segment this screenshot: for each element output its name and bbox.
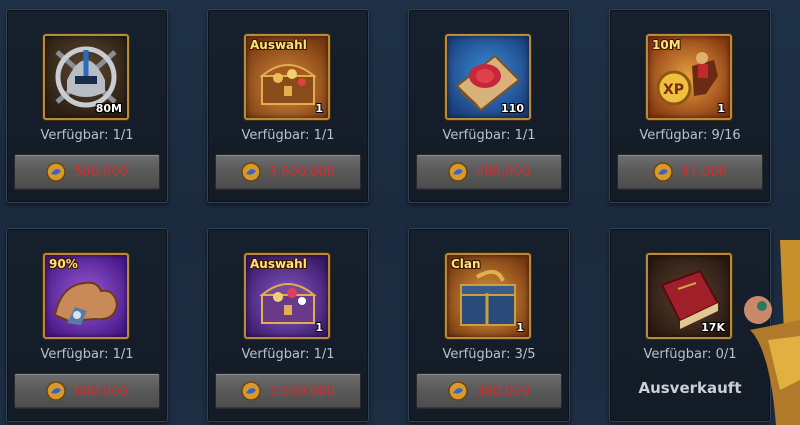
svg-text:XP: XP [663, 82, 684, 98]
buy-button[interactable]: 3,600,000 [215, 373, 361, 409]
price-label: 600,000 [74, 383, 128, 399]
shop-item-card[interactable]: XP 10M 1 Verfügbar: 9/16 41,000 [609, 9, 771, 203]
shop-item-card[interactable]: 90% Verfügbar: 1/1 600,000 [6, 228, 168, 422]
buy-button[interactable]: 480,000 [416, 154, 562, 190]
gold-coin-icon [241, 381, 261, 401]
red-book-icon[interactable]: 17K [646, 253, 732, 339]
availability-label: Verfügbar: 3/5 [442, 347, 536, 362]
gold-coin-icon [46, 162, 66, 182]
gold-coin-icon [653, 162, 673, 182]
gold-coin-icon [241, 162, 261, 182]
buy-button[interactable]: 41,000 [617, 154, 763, 190]
purple-chest-icon[interactable]: Auswahl 1 [244, 253, 330, 339]
buy-button[interactable]: 3,600,000 [215, 154, 361, 190]
helmet-emblem-icon[interactable]: 80M [43, 34, 129, 120]
item-quantity: 1 [315, 102, 323, 115]
item-quantity: 1 [717, 102, 725, 115]
price-label: 3,600,000 [268, 383, 336, 399]
gold-coin-icon [46, 381, 66, 401]
availability-label: Verfügbar: 1/1 [241, 347, 335, 362]
item-quantity: 17K [701, 321, 725, 334]
shop-grid: 80M Verfügbar: 1/1 500,000 Auswahl 1 Ver… [0, 0, 800, 425]
item-tag: Auswahl [250, 257, 307, 271]
item-tag: 90% [49, 257, 78, 271]
availability-label: Verfügbar: 9/16 [639, 128, 741, 143]
shop-item-card[interactable]: 80M Verfügbar: 1/1 500,000 [6, 9, 168, 203]
gold-coin-icon [448, 381, 468, 401]
price-label: 500,000 [74, 164, 128, 180]
item-quantity: 1 [516, 321, 524, 334]
price-label: 360,000 [476, 383, 530, 399]
item-tag: Clan [451, 257, 481, 271]
shop-item-card[interactable]: Auswahl 1 Verfügbar: 1/1 3,600,000 [207, 228, 369, 422]
item-quantity: 110 [501, 102, 524, 115]
buy-button[interactable]: 600,000 [14, 373, 160, 409]
price-label: 480,000 [476, 164, 530, 180]
buy-button[interactable]: 500,000 [14, 154, 160, 190]
buy-button[interactable]: 360,000 [416, 373, 562, 409]
character-figure [744, 240, 800, 425]
shop-item-card[interactable]: Auswahl 1 Verfügbar: 1/1 3,600,000 [207, 9, 369, 203]
treasure-chest-icon[interactable]: Auswahl 1 [244, 34, 330, 120]
item-tag: Auswahl [250, 38, 307, 52]
availability-label: Verfügbar: 1/1 [241, 128, 335, 143]
xp-rider-icon[interactable]: XP 10M 1 [646, 34, 732, 120]
clan-chest-icon[interactable]: Clan 1 [445, 253, 531, 339]
price-label: 3,600,000 [268, 164, 336, 180]
item-tag: 10M [652, 38, 681, 52]
availability-label: Verfügbar: 1/1 [442, 128, 536, 143]
scroll-icon[interactable]: 110 [445, 34, 531, 120]
muscle-arm-icon[interactable]: 90% [43, 253, 129, 339]
availability-label: Verfügbar: 1/1 [40, 347, 134, 362]
shop-item-card[interactable]: Clan 1 Verfügbar: 3/5 360,000 [408, 228, 570, 422]
item-quantity: 1 [315, 321, 323, 334]
availability-label: Verfügbar: 1/1 [40, 128, 134, 143]
price-label: 41,000 [681, 164, 727, 180]
gold-coin-icon [448, 162, 468, 182]
item-quantity: 80M [95, 102, 122, 115]
shop-item-card[interactable]: 110 Verfügbar: 1/1 480,000 [408, 9, 570, 203]
